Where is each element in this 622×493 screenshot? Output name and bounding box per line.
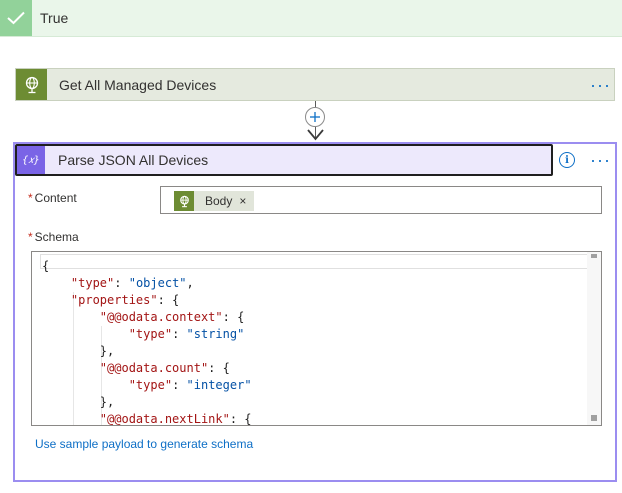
plus-icon bbox=[310, 112, 320, 122]
token-label: Body bbox=[205, 194, 233, 208]
more-options-button[interactable]: ··· bbox=[590, 151, 611, 169]
step-card-get-all-managed-devices[interactable]: Get All Managed Devices bbox=[15, 68, 615, 101]
code-line: }, bbox=[42, 395, 115, 409]
code-line: { bbox=[42, 259, 50, 273]
code-line: "type": "object", bbox=[70, 276, 194, 290]
scroll-down-handle[interactable] bbox=[591, 415, 597, 421]
code-line: "@@odata.context": { bbox=[99, 310, 245, 324]
info-icon[interactable]: i bbox=[559, 152, 575, 168]
remove-token-button[interactable]: × bbox=[239, 194, 246, 208]
true-branch-header[interactable]: True bbox=[0, 0, 622, 37]
content-input[interactable]: Body × bbox=[160, 186, 602, 214]
code-line: "type": "string" bbox=[128, 327, 245, 341]
schema-code[interactable]: { "type": "object", "properties": { "@@o… bbox=[42, 258, 252, 426]
schema-label: * Schema bbox=[28, 230, 79, 244]
branch-label: True bbox=[40, 10, 69, 26]
code-line: "properties": { bbox=[70, 293, 180, 307]
variable-icon: {𝑥} bbox=[17, 146, 45, 174]
code-line: "type": "integer" bbox=[128, 378, 252, 392]
scroll-up-handle[interactable] bbox=[591, 254, 597, 258]
code-line: "@@odata.count": { bbox=[99, 361, 230, 375]
step-header-parse-json[interactable]: {𝑥} Parse JSON All Devices bbox=[15, 144, 553, 176]
globe-icon bbox=[174, 191, 194, 211]
step-title: Parse JSON All Devices bbox=[58, 152, 209, 168]
globe-icon bbox=[16, 69, 47, 100]
check-icon bbox=[0, 0, 32, 36]
step-title: Get All Managed Devices bbox=[59, 77, 217, 93]
schema-scrollbar[interactable] bbox=[587, 252, 601, 425]
body-token[interactable]: Body × bbox=[174, 191, 254, 211]
schema-editor[interactable]: { "type": "object", "properties": { "@@o… bbox=[31, 251, 602, 426]
add-step-button[interactable] bbox=[305, 107, 325, 127]
arrow-down-icon bbox=[307, 129, 324, 141]
generate-schema-link[interactable]: Use sample payload to generate schema bbox=[35, 437, 253, 451]
code-line: }, bbox=[42, 344, 115, 358]
more-options-button[interactable]: ··· bbox=[590, 76, 611, 94]
content-label: * Content bbox=[28, 191, 77, 205]
code-line: "@@odata.nextLink": { bbox=[99, 412, 252, 426]
